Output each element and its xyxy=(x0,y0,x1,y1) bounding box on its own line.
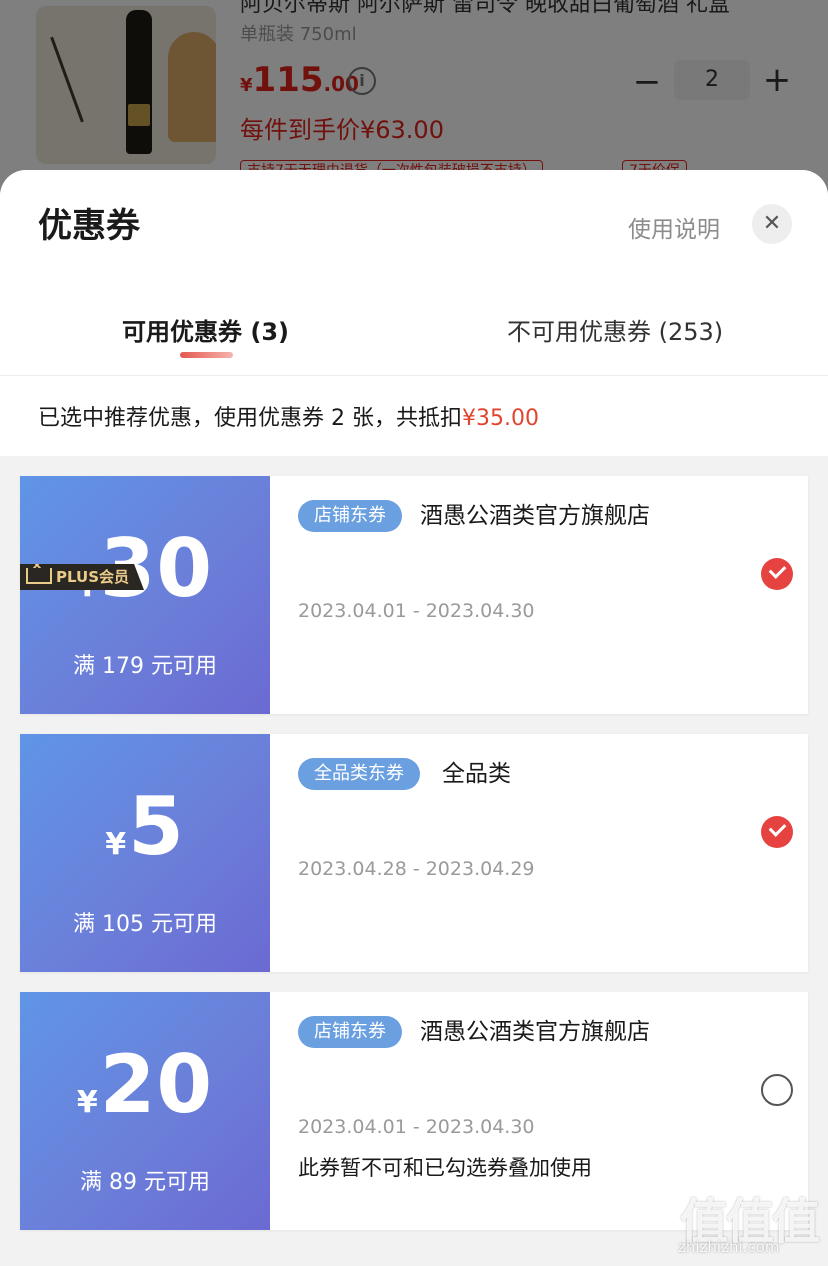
tab-available-coupons[interactable]: 可用优惠券 (3) xyxy=(122,312,289,347)
divider xyxy=(0,375,828,376)
plus-member-badge: PLUS会员 xyxy=(20,564,144,590)
coupon-card[interactable]: ¥30 满 179 元可用 店铺东券 酒愚公酒类官方旗舰店 2023.04.01… xyxy=(15,476,808,714)
coupon-amount-value: 5 xyxy=(128,780,185,873)
coupon-shop-name: 酒愚公酒类官方旗舰店 xyxy=(420,1019,650,1045)
coupon-card[interactable]: ¥5 满 105 元可用 全品类东券 全品类 2023.04.28 - 2023… xyxy=(15,734,808,972)
coupon-value-panel: ¥20 满 89 元可用 xyxy=(15,992,270,1230)
coupon-validity-date: 2023.04.01 - 2023.04.30 xyxy=(298,600,535,622)
close-icon[interactable]: ✕ xyxy=(752,204,792,244)
active-tab-indicator xyxy=(180,352,233,358)
coupon-value-panel: ¥5 满 105 元可用 xyxy=(15,734,270,972)
sheet-title: 优惠券 xyxy=(38,206,140,246)
coupon-amount: ¥20 xyxy=(20,1040,270,1130)
selection-summary: 已选中推荐优惠，使用优惠券 2 张，共抵扣¥35.00 xyxy=(38,400,539,432)
usage-instructions-link[interactable]: 使用说明 xyxy=(628,210,720,244)
coupon-threshold: 满 105 元可用 xyxy=(73,912,217,937)
coupon-currency: ¥ xyxy=(105,827,127,862)
summary-amount: ¥35.00 xyxy=(462,406,539,431)
coupon-amount: ¥5 xyxy=(20,782,270,872)
coupon-amount-value: 20 xyxy=(99,1038,214,1131)
coupon-validity-date: 2023.04.28 - 2023.04.29 xyxy=(298,858,535,880)
watermark-url: zhizhizhi.com xyxy=(678,1238,780,1256)
coupon-threshold: 满 89 元可用 xyxy=(80,1170,210,1195)
coupon-value-panel: ¥30 满 179 元可用 xyxy=(15,476,270,714)
coupon-shop-name: 酒愚公酒类官方旗舰店 xyxy=(420,503,650,529)
checkmark-icon[interactable] xyxy=(761,558,793,590)
unchecked-circle-icon[interactable] xyxy=(761,1074,793,1106)
crown-icon xyxy=(26,564,52,584)
tab-unavailable-coupons[interactable]: 不可用优惠券 (253) xyxy=(507,312,723,347)
coupon-validity-date: 2023.04.01 - 2023.04.30 xyxy=(298,1116,535,1138)
coupon-type-badge: 店铺东券 xyxy=(298,500,402,532)
coupon-stack-note: 此券暂不可和已勾选券叠加使用 xyxy=(298,1156,592,1180)
coupon-currency: ¥ xyxy=(76,1085,98,1120)
coupon-shop-name: 全品类 xyxy=(442,761,511,787)
coupon-threshold: 满 179 元可用 xyxy=(73,654,217,679)
checkmark-icon[interactable] xyxy=(761,816,793,848)
plus-member-label: PLUS会员 xyxy=(56,568,130,586)
summary-text: 已选中推荐优惠，使用优惠券 2 张，共抵扣 xyxy=(38,406,462,431)
sheet-header: 优惠券 使用说明 ✕ 可用优惠券 (3) 不可用优惠券 (253) 已选中推荐优… xyxy=(0,170,828,456)
coupon-type-badge: 店铺东券 xyxy=(298,1016,402,1048)
coupon-type-badge: 全品类东券 xyxy=(298,758,420,790)
